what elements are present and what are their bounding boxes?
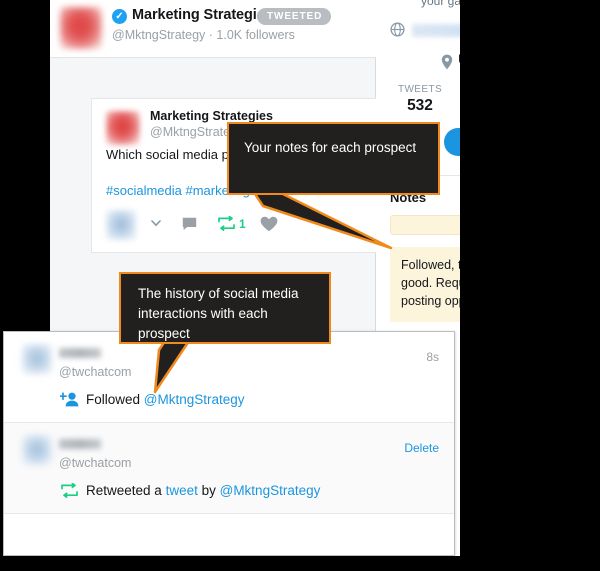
stat-tweets-label: TWEETS <box>397 84 443 95</box>
following-button[interactable]: Following <box>444 128 460 156</box>
callout-history-text: The history of social media interactions… <box>138 286 299 341</box>
history-action-link-2[interactable]: @MktngStrategy <box>220 483 321 498</box>
globe-icon <box>390 22 405 37</box>
profile-location: United States <box>458 52 460 67</box>
interaction-history-panel: @twchatcom 8s Followed @MktngStrategy @t… <box>3 331 455 556</box>
stat-following[interactable]: FOLLOWING 1.5K <box>457 84 460 115</box>
history-timestamp: 8s <box>426 350 439 364</box>
callout-notes: Your notes for each prospect <box>227 122 440 195</box>
profile-website-blurred[interactable] <box>412 24 460 37</box>
history-avatar-icon <box>22 344 52 374</box>
history-action-mid: by <box>197 483 220 498</box>
history-action-link[interactable]: tweet <box>166 483 198 498</box>
history-row[interactable]: @twchatcom 8s Followed @MktngStrategy <box>4 332 454 423</box>
profile-handle-line: @MktngStrategy · 1.0K followers <box>112 28 295 42</box>
reply-icon[interactable] <box>182 217 197 231</box>
screenshot-root: ✓ Marketing Strategies TWEETED @MktngStr… <box>0 0 600 571</box>
history-panel-footer <box>4 513 454 555</box>
stat-tweets[interactable]: TWEETS 532 <box>384 84 456 115</box>
tweet-author-avatar-icon <box>106 111 140 145</box>
note-entry[interactable]: Followed, the website looks good. Reques… <box>390 247 460 322</box>
callout-notes-tail <box>249 186 393 250</box>
profile-name: Marketing Strategies <box>132 7 273 23</box>
retweet-icon <box>61 482 78 499</box>
history-display-name-blurred <box>59 348 101 358</box>
stat-following-value: 1.5K <box>457 97 460 115</box>
history-display-name-blurred <box>59 439 101 449</box>
stat-following-label: FOLLOWING <box>457 84 460 95</box>
tweet-author-name: Marketing Strategies <box>150 109 273 123</box>
add-person-icon <box>59 392 79 407</box>
history-row[interactable]: @twchatcom Delete Retweeted a tweet by @… <box>4 423 454 513</box>
status-badge: TWEETED <box>257 8 332 25</box>
profile-header: ✓ Marketing Strategies TWEETED @MktngStr… <box>50 0 376 58</box>
profile-avatar-icon <box>60 7 102 49</box>
callout-notes-text: Your notes for each prospect <box>244 140 417 155</box>
history-delete-link[interactable]: Delete <box>404 441 439 455</box>
callout-history-tail <box>153 336 193 394</box>
stat-tweets-value: 532 <box>407 97 433 114</box>
history-action-prefix: Retweeted a <box>86 483 166 498</box>
verified-check-icon: ✓ <box>112 9 127 24</box>
tweet-body-text: Which social media pla <box>106 147 239 162</box>
chevron-down-icon[interactable] <box>150 217 162 229</box>
history-action-text: Retweeted a tweet by @MktngStrategy <box>60 480 321 499</box>
callout-history: The history of social media interactions… <box>119 272 331 344</box>
action-bar-avatar-icon <box>106 210 136 240</box>
profile-bio-cut-text: your game <box>421 0 460 8</box>
history-avatar-icon <box>22 435 52 465</box>
history-handle: @twchatcom <box>59 456 132 470</box>
map-pin-icon <box>441 54 453 70</box>
